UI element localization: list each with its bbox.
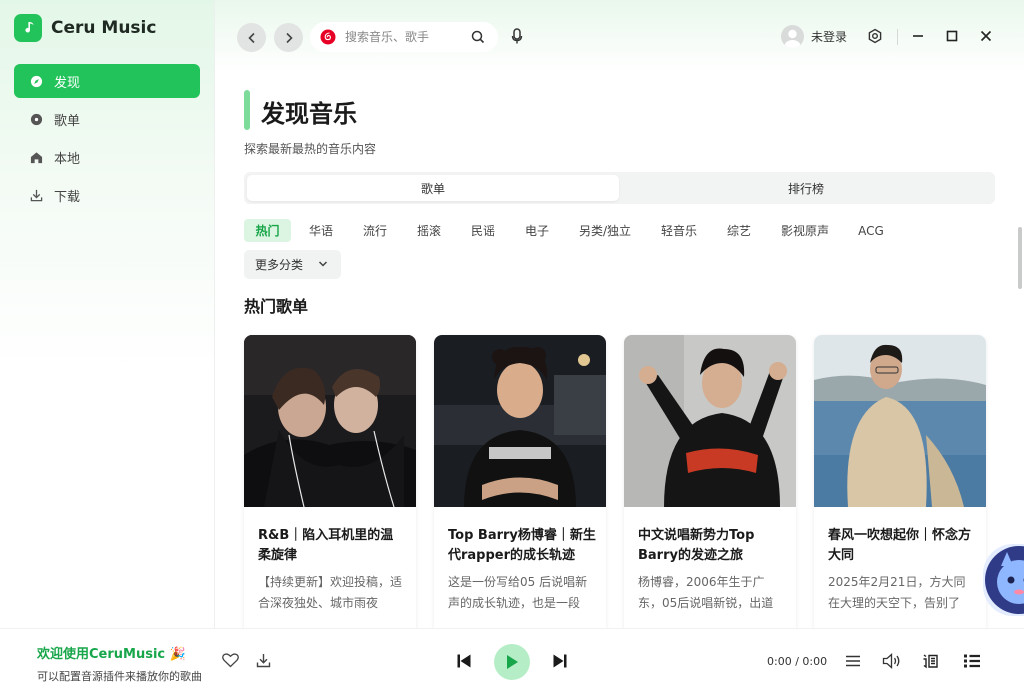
play-mode-icon[interactable]	[845, 654, 861, 668]
user-name: 未登录	[811, 30, 848, 44]
category-chinese[interactable]: 华语	[300, 219, 342, 242]
sidebar-item-discover[interactable]: 发现	[14, 64, 200, 98]
sidebar-item-label: 本地	[54, 151, 81, 167]
playlist-title: 春风一吹想起你｜怀念方大同	[828, 528, 972, 563]
next-track-icon[interactable]	[552, 653, 568, 669]
main-content: 发现音乐 探索最新最热的音乐内容 歌单 排行榜 热门 华语 流行 摇滚 民谣 电…	[215, 74, 1024, 628]
playlist-title: R&B｜陷入耳机里的温柔旋律	[258, 528, 394, 563]
maximize-icon	[946, 30, 958, 42]
more-categories-button[interactable]: 更多分类	[244, 250, 341, 279]
playlist-queue-icon[interactable]	[963, 653, 981, 669]
avatar	[781, 25, 804, 48]
playlist-description: 杨博睿，2006年生于广东，05后说唱新锐，出道	[638, 575, 774, 610]
app-name: Ceru Music	[51, 18, 157, 38]
sidebar-item-local[interactable]: 本地	[14, 140, 200, 174]
page-subtitle: 探索最新最热的音乐内容	[244, 142, 377, 156]
playlist-card[interactable]: 中文说唱新势力Top Barry的发迹之旅 杨博睿，2006年生于广东，05后说…	[624, 335, 796, 628]
tab-charts[interactable]: 排行榜	[620, 175, 992, 201]
top-bar: 未登录	[215, 0, 1024, 74]
welcome-title: 欢迎使用CeruMusic 🎉	[37, 647, 186, 662]
playlist-description: 这是一份写给05 后说唱新声的成长轨迹，也是一段	[448, 575, 588, 610]
brand: Ceru Music	[14, 14, 156, 42]
search-icon[interactable]	[471, 30, 485, 44]
heart-icon[interactable]	[222, 653, 239, 668]
tab-playlists[interactable]: 歌单	[247, 175, 619, 201]
playlist-cover	[624, 335, 796, 507]
playlist-card[interactable]: Top Barry杨博睿｜新生代rapper的成长轨迹 这是一份写给05 后说唱…	[434, 335, 606, 628]
title-accent-bar	[244, 90, 250, 130]
sidebar-item-playlists[interactable]: 歌单	[14, 102, 200, 136]
playlist-cover	[814, 335, 986, 507]
category-variety[interactable]: 综艺	[718, 219, 760, 242]
playlist-description: 【持续更新】欢迎投稿，适合深夜独处、城市雨夜	[258, 575, 403, 610]
category-hot[interactable]: 热门	[244, 219, 291, 242]
sidebar-item-label: 歌单	[54, 113, 81, 129]
playback-time: 0:00 / 0:00	[767, 655, 828, 668]
playlist-cover	[244, 335, 416, 507]
category-light-music[interactable]: 轻音乐	[652, 219, 706, 242]
sidebar-item-download[interactable]: 下载	[14, 178, 200, 212]
volume-icon[interactable]	[882, 653, 901, 669]
sidebar-item-label: 下载	[54, 189, 81, 205]
microphone-icon[interactable]	[511, 28, 523, 49]
category-indie[interactable]: 另类/独立	[572, 219, 638, 242]
minimize-icon	[913, 35, 923, 37]
player-bar: 欢迎使用CeruMusic 🎉 可以配置音源插件来播放你的歌曲 0:00 / 0…	[0, 628, 1024, 698]
category-rock[interactable]: 摇滚	[408, 219, 450, 242]
category-acg[interactable]: ACG	[848, 219, 894, 242]
home-icon	[29, 150, 43, 164]
category-folk[interactable]: 民谣	[462, 219, 504, 242]
sidebar: Ceru Music 发现 歌单 本地 下载	[0, 0, 215, 628]
download-icon[interactable]	[256, 653, 271, 668]
maximize-button[interactable]	[943, 27, 961, 45]
page-title: 发现音乐	[261, 100, 357, 128]
close-button[interactable]	[977, 27, 995, 45]
music-note-logo-icon	[14, 14, 42, 42]
playlist-cover	[434, 335, 606, 507]
disc-icon	[29, 112, 43, 126]
play-button[interactable]	[494, 644, 530, 680]
category-pop[interactable]: 流行	[354, 219, 396, 242]
category-soundtrack[interactable]: 影视原声	[776, 219, 834, 242]
lyrics-icon[interactable]	[922, 653, 939, 670]
section-title: 热门歌单	[244, 297, 309, 316]
netease-music-icon	[320, 29, 336, 45]
minimize-button[interactable]	[909, 27, 927, 45]
play-icon	[507, 655, 518, 669]
back-button[interactable]	[237, 23, 266, 52]
more-categories-label: 更多分类	[255, 258, 304, 272]
playlist-description: 2025年2月21日，方大同在大理的天空下，告别了	[828, 575, 966, 610]
search-box	[310, 22, 498, 52]
chevron-right-icon	[285, 32, 293, 43]
compass-icon	[29, 74, 43, 88]
chevron-down-icon	[318, 261, 328, 267]
welcome-subtitle: 可以配置音源插件来播放你的歌曲	[37, 670, 202, 683]
floating-assistant-icon[interactable]	[983, 544, 1024, 616]
download-icon	[29, 188, 43, 202]
previous-track-icon[interactable]	[456, 653, 472, 669]
search-input[interactable]	[345, 30, 457, 44]
chevron-left-icon	[247, 32, 255, 43]
divider	[897, 29, 898, 45]
sidebar-item-label: 发现	[54, 75, 81, 91]
segmented-tabs: 歌单 排行榜	[244, 172, 995, 204]
category-electronic[interactable]: 电子	[516, 219, 558, 242]
playlist-card[interactable]: 春风一吹想起你｜怀念方大同 2025年2月21日，方大同在大理的天空下，告别了	[814, 335, 986, 628]
playlist-card[interactable]: R&B｜陷入耳机里的温柔旋律 【持续更新】欢迎投稿，适合深夜独处、城市雨夜	[244, 335, 416, 628]
close-icon	[980, 30, 992, 42]
playlist-title: Top Barry杨博睿｜新生代rapper的成长轨迹	[448, 528, 596, 563]
forward-button[interactable]	[274, 23, 303, 52]
settings-icon[interactable]	[867, 28, 883, 48]
user-login[interactable]: 未登录	[781, 25, 847, 48]
scrollbar[interactable]	[1018, 227, 1022, 289]
playlist-title: 中文说唱新势力Top Barry的发迹之旅	[638, 528, 755, 563]
sidebar-nav: 发现 歌单 本地 下载	[14, 64, 200, 216]
